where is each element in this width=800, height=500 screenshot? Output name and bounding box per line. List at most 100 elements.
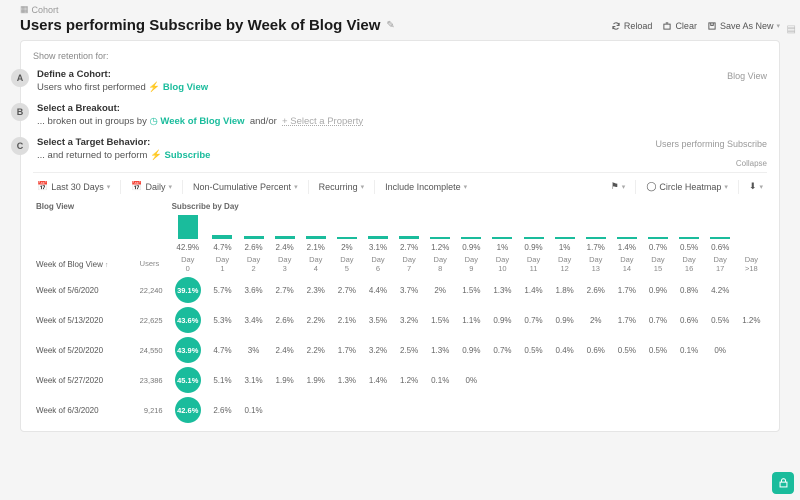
breakout-link[interactable]: Week of Blog View [160, 116, 244, 127]
pct-cell: 2.7% [331, 275, 362, 305]
page-title: Users performing Subscribe by Week of Bl… [20, 17, 380, 34]
save-as-new-button[interactable]: Save As New▾ [707, 21, 780, 31]
table-row: Week of 5/20/202024,55043.9%4.7%3%2.4%2.… [33, 335, 767, 365]
day-column-header: Day15 [642, 254, 673, 275]
pct-cell: 1.2% [736, 305, 767, 335]
day-column-header: Day3 [269, 254, 300, 275]
users-column-header: Users [130, 254, 168, 275]
pct-cell: 2.2% [300, 335, 331, 365]
column-summary-pct [736, 241, 767, 254]
reload-button[interactable]: Reload [611, 21, 653, 31]
flag-button[interactable]: ⚑▾ [607, 179, 630, 194]
table-row: Week of 5/27/202023,38645.1%5.1%3.1%1.9%… [33, 365, 767, 395]
cohort-event-link[interactable]: Blog View [163, 82, 208, 93]
include-incomplete-picker[interactable]: Include Incomplete▾ [381, 180, 471, 194]
pct-cell: 2.6% [580, 275, 611, 305]
pct-cell: 2% [425, 275, 456, 305]
chart-type-picker[interactable]: ◯Circle Heatmap▾ [642, 179, 732, 194]
grid-icon: ▦ [20, 4, 29, 15]
chevron-down-icon: ▾ [759, 183, 763, 191]
add-property-link[interactable]: + Select a Property [282, 116, 363, 127]
pct-cell: 3.7% [394, 275, 425, 305]
step-b-circle: B [11, 103, 29, 121]
pct-cell: 5.1% [207, 365, 238, 395]
column-summary-pct: 0.6% [705, 241, 736, 254]
day-column-header: Day6 [362, 254, 393, 275]
pct-cell: 0.1% [674, 335, 705, 365]
row-label: Week of 5/13/2020 [33, 305, 130, 335]
pct-cell: 3.1% [238, 365, 269, 395]
column-summary-pct: 4.7% [207, 241, 238, 254]
day0-pill: 45.1% [175, 367, 201, 393]
day-column-header: Day14 [611, 254, 642, 275]
column-summary-pct: 3.1% [362, 241, 393, 254]
pct-cell: 0.7% [642, 305, 673, 335]
download-button[interactable]: ⬇▾ [745, 179, 767, 194]
pct-cell: 2.4% [269, 335, 300, 365]
download-icon: ⬇ [749, 181, 757, 192]
spark-bar [430, 237, 450, 239]
right-section-header: Subscribe by Day [169, 200, 767, 213]
pencil-icon[interactable]: ✎ [386, 20, 394, 31]
day0-pill: 39.1% [175, 277, 201, 303]
config-panel: Show retention for: A Define a Cohort: U… [20, 40, 780, 432]
pct-cell: 3.6% [238, 275, 269, 305]
calendar-icon: 📅 [131, 181, 142, 192]
granularity-picker[interactable]: 📅Daily▾ [127, 179, 176, 194]
pct-cell: 1.1% [456, 305, 487, 335]
pct-cell: 4.2% [705, 275, 736, 305]
pct-cell: 0.8% [674, 275, 705, 305]
spark-bar [617, 237, 637, 239]
spark-bar [679, 237, 699, 239]
spark-bar [275, 236, 295, 239]
day-column-header: Day16 [674, 254, 705, 275]
day-column-header: Day1 [207, 254, 238, 275]
pct-cell: 0.9% [549, 305, 580, 335]
pct-cell: 43.6% [169, 305, 207, 335]
day-column-header: Day13 [580, 254, 611, 275]
lightning-icon: ⚡ [150, 150, 162, 161]
pct-cell: 0% [705, 335, 736, 365]
side-panel-icon[interactable]: ▤ [787, 24, 796, 35]
spark-bar [178, 215, 198, 239]
chevron-down-icon: ▾ [294, 183, 298, 191]
week-column-header[interactable]: Week of Blog View [33, 254, 130, 275]
users-cell: 22,625 [130, 305, 168, 335]
day-column-header: Day11 [518, 254, 549, 275]
spark-bar [586, 237, 606, 239]
help-fab[interactable] [772, 472, 794, 494]
mode-picker[interactable]: Non-Cumulative Percent▾ [189, 180, 302, 194]
pct-cell: 2.1% [331, 305, 362, 335]
day-column-header: Day2 [238, 254, 269, 275]
step-a-right: Blog View [727, 71, 767, 81]
pct-cell: 1.8% [549, 275, 580, 305]
pct-cell: 0.9% [456, 335, 487, 365]
users-cell: 22,240 [130, 275, 168, 305]
users-cell: 24,550 [130, 335, 168, 365]
target-event-link[interactable]: Subscribe [165, 150, 211, 161]
pct-cell: 0.4% [549, 335, 580, 365]
chevron-down-icon: ▾ [724, 183, 728, 191]
spark-bar [648, 237, 668, 239]
pct-cell: 0.1% [425, 365, 456, 395]
pct-cell: 0.6% [674, 305, 705, 335]
calendar-icon: 📅 [37, 181, 48, 192]
day-column-header: Day8 [425, 254, 456, 275]
spark-bar [306, 236, 326, 239]
pct-cell: 0.5% [611, 335, 642, 365]
pct-cell: 1.5% [456, 275, 487, 305]
pct-cell: 2.6% [269, 305, 300, 335]
recurring-picker[interactable]: Recurring▾ [315, 180, 369, 194]
row-label: Week of 5/6/2020 [33, 275, 130, 305]
pct-cell: 0.9% [642, 275, 673, 305]
spark-bar [555, 237, 575, 239]
show-retention-label: Show retention for: [33, 51, 767, 61]
pct-cell: 3.5% [362, 305, 393, 335]
chevron-down-icon: ▾ [776, 22, 780, 30]
toolbar: 📅Last 30 Days▾ 📅Daily▾ Non-Cumulative Pe… [33, 172, 767, 194]
table-row: Week of 6/3/20209,21642.6%2.6%0.1% [33, 395, 767, 425]
clear-button[interactable]: Clear [662, 21, 697, 31]
date-range-picker[interactable]: 📅Last 30 Days▾ [33, 179, 114, 194]
row-label: Week of 5/27/2020 [33, 365, 130, 395]
spark-bar [524, 237, 544, 239]
